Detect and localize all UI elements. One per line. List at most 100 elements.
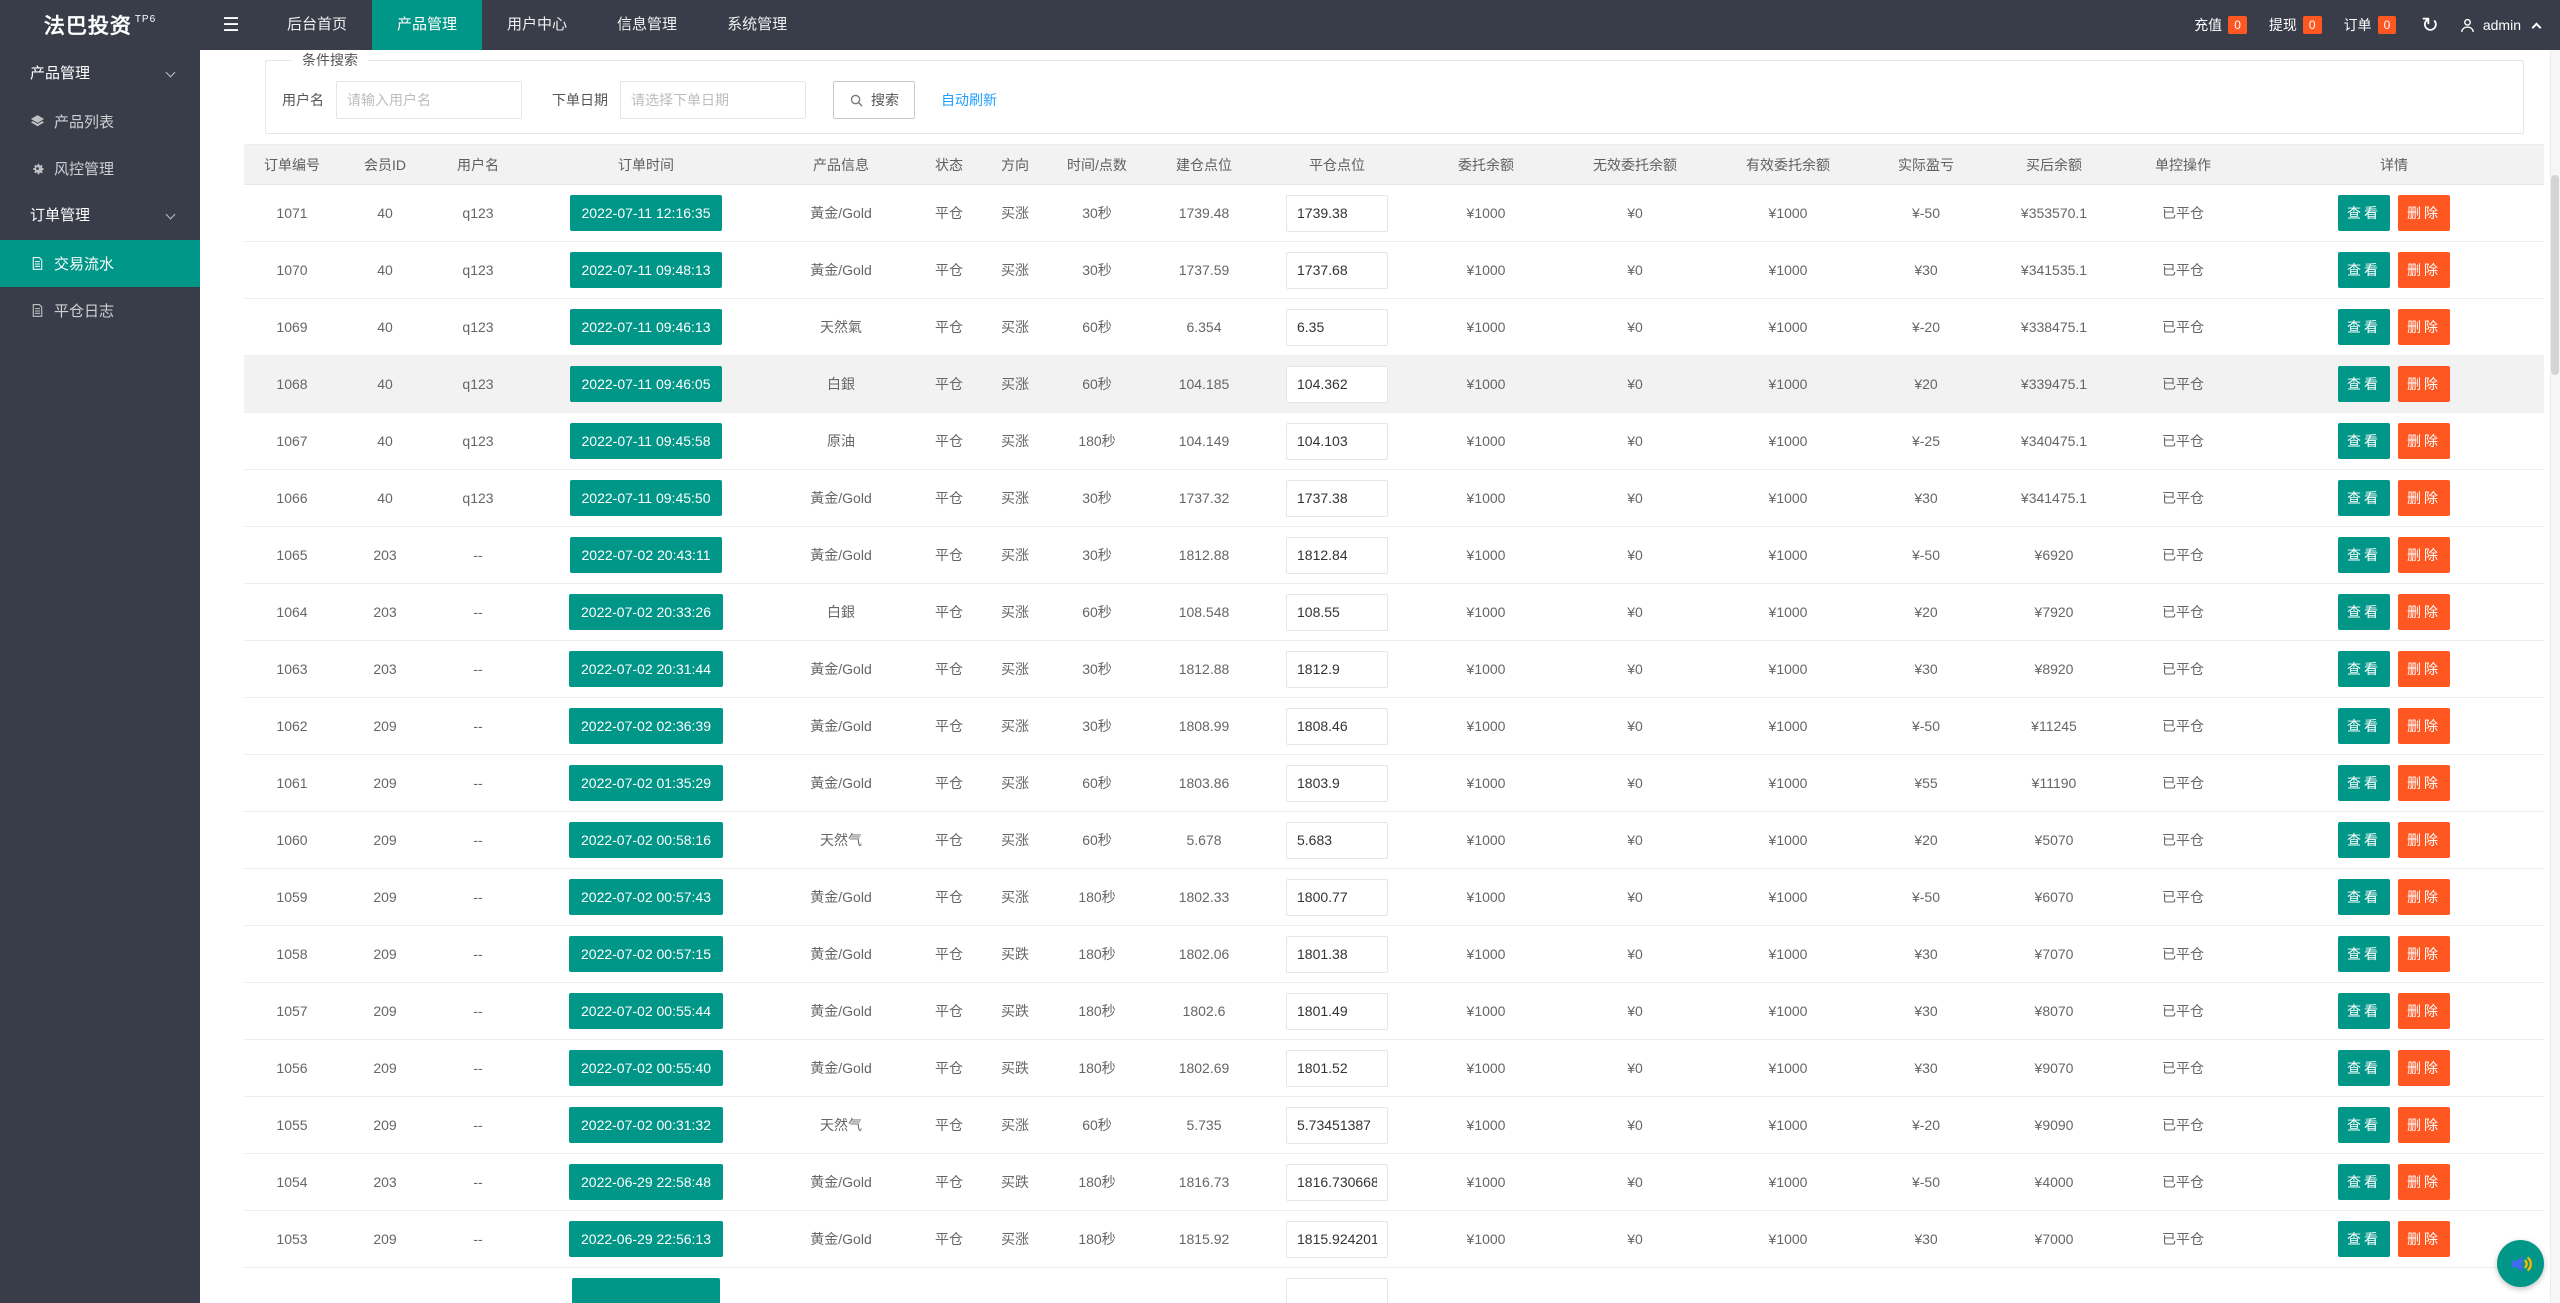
- close-point-input[interactable]: [1286, 480, 1388, 517]
- order-time-button[interactable]: 2022-07-02 20:31:44: [569, 651, 723, 687]
- sidebar-item[interactable]: 交易流水: [0, 240, 200, 287]
- user-menu[interactable]: admin: [2459, 17, 2540, 34]
- delete-button[interactable]: 删除: [2398, 1050, 2450, 1086]
- sidebar-item[interactable]: 产品列表: [0, 98, 200, 145]
- close-point-input[interactable]: [1286, 1164, 1388, 1201]
- delete-button[interactable]: 删除: [2398, 423, 2450, 459]
- top-menu-item[interactable]: 用户中心: [482, 0, 592, 50]
- delete-button[interactable]: 删除: [2398, 765, 2450, 801]
- scrollbar-thumb[interactable]: [2551, 175, 2559, 375]
- view-button[interactable]: 查看: [2338, 252, 2390, 288]
- close-point-input[interactable]: [1286, 195, 1388, 232]
- order-date-input[interactable]: [620, 81, 806, 119]
- hamburger-icon[interactable]: ☰: [200, 0, 262, 50]
- order-time-button[interactable]: 2022-06-29 22:58:48: [569, 1164, 723, 1200]
- view-button[interactable]: 查看: [2338, 594, 2390, 630]
- close-point-input[interactable]: [1286, 1050, 1388, 1087]
- order-time-button[interactable]: 2022-07-02 02:36:39: [569, 708, 723, 744]
- view-button[interactable]: 查看: [2338, 195, 2390, 231]
- view-button[interactable]: 查看: [2338, 1221, 2390, 1257]
- sidebar-group-title[interactable]: 产品管理: [0, 50, 200, 98]
- order-time-button[interactable]: 2022-07-02 01:35:29: [569, 765, 723, 801]
- username-input[interactable]: [336, 81, 522, 119]
- close-point-input[interactable]: [1286, 252, 1388, 289]
- delete-button[interactable]: 删除: [2398, 1164, 2450, 1200]
- delete-button[interactable]: 删除: [2398, 537, 2450, 573]
- topbar-stat[interactable]: 充值0: [2194, 15, 2247, 35]
- close-point-input[interactable]: [1286, 993, 1388, 1030]
- order-time-button[interactable]: 2022-07-02 20:43:11: [570, 537, 723, 573]
- view-button[interactable]: 查看: [2338, 1164, 2390, 1200]
- view-button[interactable]: 查看: [2338, 993, 2390, 1029]
- order-time-button[interactable]: 2022-07-11 09:46:13: [570, 309, 723, 345]
- close-point-input[interactable]: [1286, 1278, 1388, 1303]
- delete-button[interactable]: 删除: [2398, 195, 2450, 231]
- order-time-button[interactable]: 2022-07-02 00:57:43: [569, 879, 723, 915]
- sound-toggle-button[interactable]: [2497, 1240, 2544, 1287]
- delete-button[interactable]: 删除: [2398, 594, 2450, 630]
- close-point-input[interactable]: [1286, 594, 1388, 631]
- sidebar-group-title[interactable]: 订单管理: [0, 192, 200, 240]
- close-point-input[interactable]: [1286, 651, 1388, 688]
- close-point-input[interactable]: [1286, 708, 1388, 745]
- order-time-button[interactable]: 2022-07-11 09:46:05: [570, 366, 723, 402]
- refresh-icon[interactable]: ↻: [2421, 13, 2439, 38]
- view-button[interactable]: 查看: [2338, 537, 2390, 573]
- view-button[interactable]: 查看: [2338, 822, 2390, 858]
- view-button[interactable]: 查看: [2338, 366, 2390, 402]
- view-button[interactable]: 查看: [2338, 480, 2390, 516]
- top-menu-item[interactable]: 信息管理: [592, 0, 702, 50]
- view-button[interactable]: 查看: [2338, 765, 2390, 801]
- close-point-input[interactable]: [1286, 309, 1388, 346]
- top-menu-item[interactable]: 系统管理: [702, 0, 812, 50]
- order-time-button[interactable]: 2022-06-29 22:56:13: [569, 1221, 723, 1257]
- delete-button[interactable]: 删除: [2398, 1107, 2450, 1143]
- view-button[interactable]: 查看: [2338, 651, 2390, 687]
- delete-button[interactable]: 删除: [2398, 822, 2450, 858]
- order-time-button[interactable]: 2022-07-11 09:48:13: [570, 252, 723, 288]
- topbar-stat[interactable]: 订单0: [2344, 15, 2397, 35]
- top-menu-item[interactable]: 产品管理: [372, 0, 482, 50]
- search-button[interactable]: 搜索: [833, 81, 915, 119]
- delete-button[interactable]: 删除: [2398, 1221, 2450, 1257]
- sidebar-item[interactable]: 风控管理: [0, 145, 200, 192]
- order-time-button[interactable]: 2022-07-11 12:16:35: [570, 195, 723, 231]
- close-point-input[interactable]: [1286, 765, 1388, 802]
- order-time-button[interactable]: 2022-07-02 00:55:40: [569, 1050, 723, 1086]
- sidebar-item[interactable]: 平仓日志: [0, 287, 200, 334]
- order-time-button[interactable]: 2022-07-11 09:45:50: [570, 480, 723, 516]
- close-point-input[interactable]: [1286, 822, 1388, 859]
- order-time-button[interactable]: 2022-07-11 09:45:58: [570, 423, 723, 459]
- view-button[interactable]: 查看: [2338, 423, 2390, 459]
- delete-button[interactable]: 删除: [2398, 936, 2450, 972]
- delete-button[interactable]: 删除: [2398, 879, 2450, 915]
- delete-button[interactable]: 删除: [2398, 366, 2450, 402]
- delete-button[interactable]: 删除: [2398, 708, 2450, 744]
- order-time-button[interactable]: 2022-07-02 20:33:26: [569, 594, 723, 630]
- order-time-button[interactable]: 2022-07-02 00:55:44: [569, 993, 723, 1029]
- delete-button[interactable]: 删除: [2398, 309, 2450, 345]
- topbar-stat[interactable]: 提现0: [2269, 15, 2322, 35]
- delete-button[interactable]: 删除: [2398, 993, 2450, 1029]
- order-time-button[interactable]: [572, 1278, 720, 1303]
- order-time-button[interactable]: 2022-07-02 00:57:15: [569, 936, 723, 972]
- delete-button[interactable]: 删除: [2398, 480, 2450, 516]
- order-time-button[interactable]: 2022-07-02 00:58:16: [569, 822, 723, 858]
- delete-button[interactable]: 删除: [2398, 252, 2450, 288]
- view-button[interactable]: 查看: [2338, 708, 2390, 744]
- view-button[interactable]: 查看: [2338, 879, 2390, 915]
- close-point-input[interactable]: [1286, 366, 1388, 403]
- delete-button[interactable]: 删除: [2398, 651, 2450, 687]
- view-button[interactable]: 查看: [2338, 936, 2390, 972]
- close-point-input[interactable]: [1286, 423, 1388, 460]
- close-point-input[interactable]: [1286, 1107, 1388, 1144]
- view-button[interactable]: 查看: [2338, 309, 2390, 345]
- view-button[interactable]: 查看: [2338, 1050, 2390, 1086]
- close-point-input[interactable]: [1286, 936, 1388, 973]
- auto-refresh-link[interactable]: 自动刷新: [941, 90, 997, 110]
- close-point-input[interactable]: [1286, 537, 1388, 574]
- order-time-button[interactable]: 2022-07-02 00:31:32: [569, 1107, 723, 1143]
- close-point-input[interactable]: [1286, 1221, 1388, 1258]
- close-point-input[interactable]: [1286, 879, 1388, 916]
- view-button[interactable]: 查看: [2338, 1107, 2390, 1143]
